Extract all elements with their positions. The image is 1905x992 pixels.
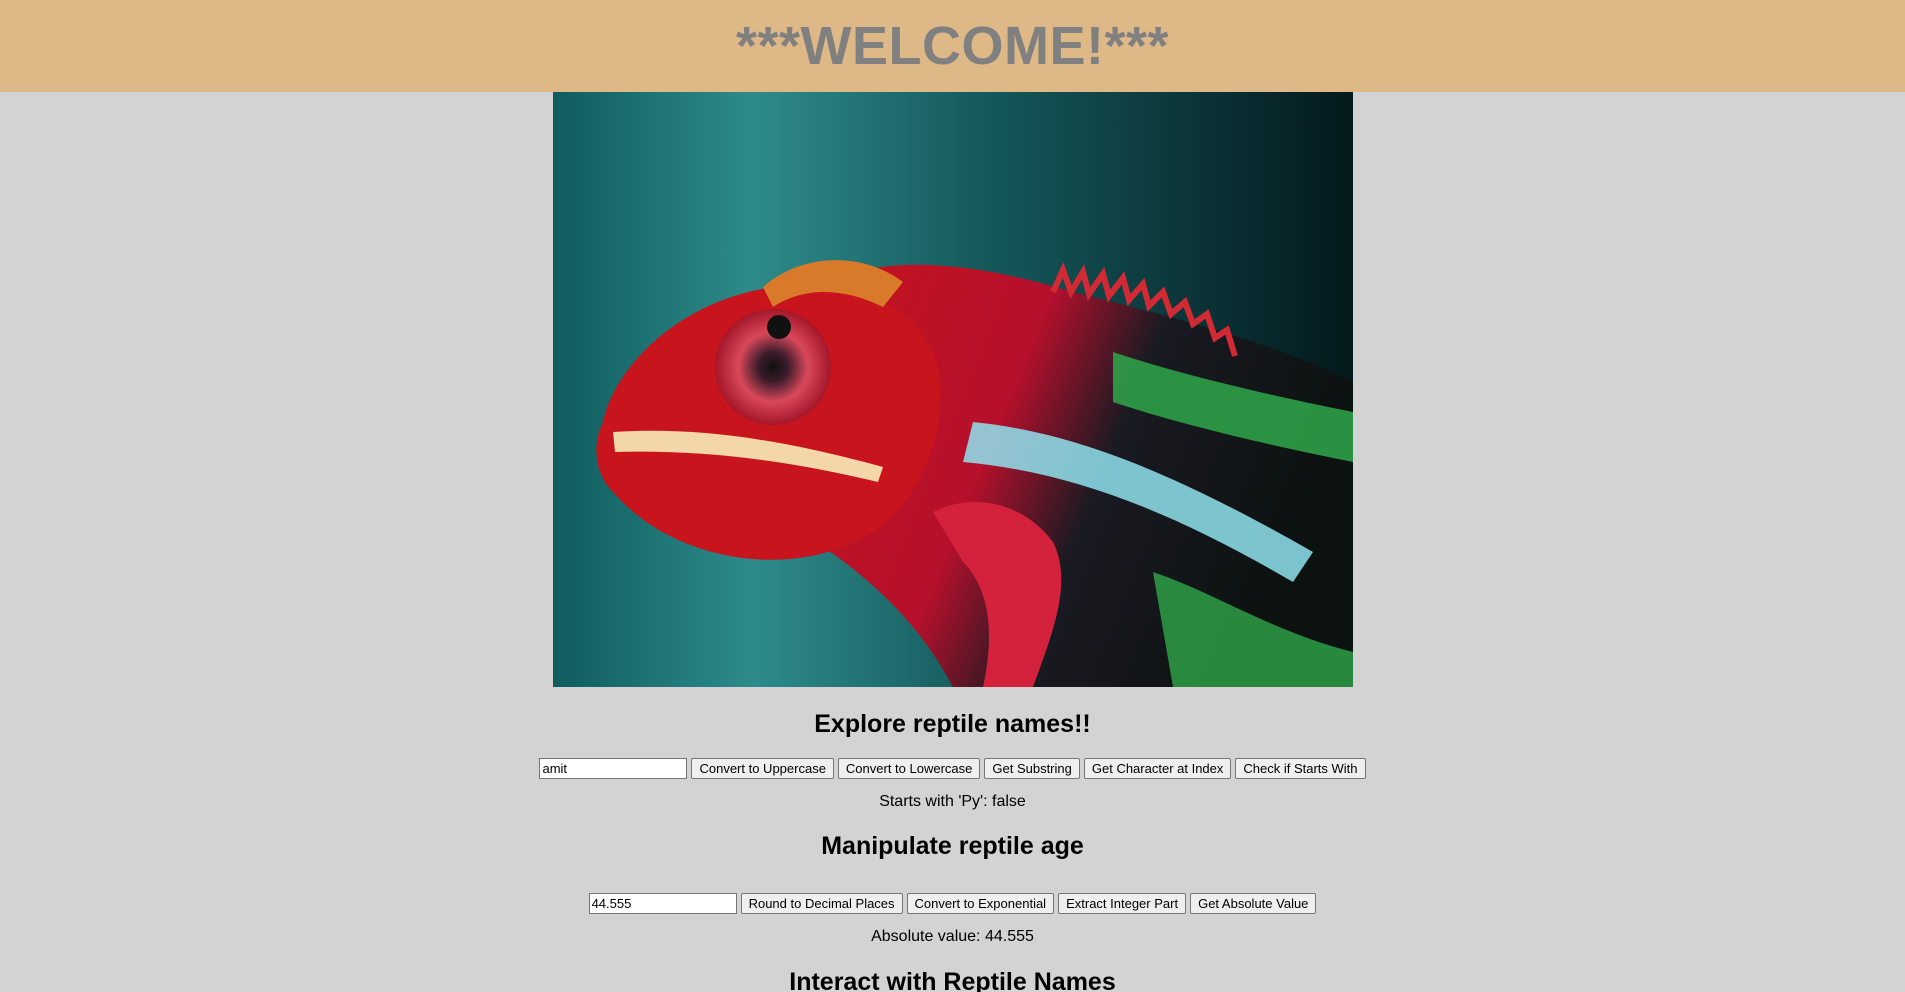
get-character-at-index-button[interactable]: Get Character at Index [1083, 758, 1232, 779]
age-result: Absolute value: 44.555 [871, 928, 1034, 945]
get-absolute-value-button[interactable]: Get Absolute Value [1190, 893, 1317, 914]
age-heading: Manipulate reptile age [821, 832, 1084, 860]
get-substring-button[interactable]: Get Substring [984, 758, 1080, 779]
round-decimal-button[interactable]: Round to Decimal Places [740, 893, 903, 914]
interact-heading: Interact with Reptile Names [789, 968, 1116, 992]
extract-integer-button[interactable]: Extract Integer Part [1058, 893, 1187, 914]
page-title: ***WELCOME!*** [735, 16, 1170, 76]
reptile-age-input[interactable] [588, 893, 737, 914]
convert-exponential-button[interactable]: Convert to Exponential [906, 893, 1055, 914]
names-heading: Explore reptile names!! [814, 710, 1091, 738]
age-controls: Round to Decimal Places Convert to Expon… [0, 893, 1905, 914]
convert-lowercase-button[interactable]: Convert to Lowercase [837, 758, 981, 779]
names-controls: Convert to Uppercase Convert to Lowercas… [0, 758, 1905, 779]
convert-uppercase-button[interactable]: Convert to Uppercase [691, 758, 834, 779]
reptile-name-input[interactable] [539, 758, 688, 779]
check-starts-with-button[interactable]: Check if Starts With [1235, 758, 1366, 779]
names-result: Starts with 'Py': false [879, 793, 1026, 810]
page-header: ***WELCOME!*** [0, 0, 1905, 92]
chameleon-photo [552, 92, 1353, 687]
